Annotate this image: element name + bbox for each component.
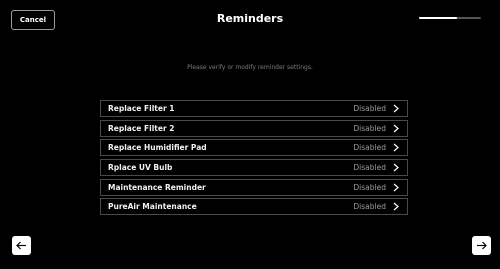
next-button[interactable] <box>472 236 491 255</box>
instruction-text: Please verify or modify reminder setting… <box>187 64 313 71</box>
reminder-row-replace-filter-1[interactable]: Replace Filter 1 Disabled <box>100 100 408 117</box>
chevron-right-icon <box>392 202 400 212</box>
progress-bar-fill <box>419 17 458 19</box>
reminder-status: Disabled <box>353 123 386 133</box>
reminder-status: Disabled <box>353 202 386 212</box>
reminder-row-pureair-maintenance[interactable]: PureAir Maintenance Disabled <box>100 198 408 216</box>
reminder-label: Replace Filter 1 <box>108 104 175 113</box>
reminder-label: Replace Humidifier Pad <box>108 143 207 153</box>
reminder-row-maintenance-reminder[interactable]: Maintenance Reminder Disabled <box>100 178 408 196</box>
arrow-left-icon <box>16 241 26 250</box>
reminder-label: PureAir Maintenance <box>108 202 197 212</box>
reminder-status: Disabled <box>353 182 386 192</box>
back-button[interactable] <box>12 236 31 255</box>
progress-bar <box>419 17 481 19</box>
reminder-list: Replace Filter 1 Disabled Replace Filter… <box>100 100 408 218</box>
reminder-status: Disabled <box>353 104 386 113</box>
reminder-label: Rplace UV Bulb <box>108 163 173 173</box>
arrow-right-icon <box>477 241 487 250</box>
reminder-label: Replace Filter 2 <box>108 123 175 133</box>
chevron-right-icon <box>392 104 400 114</box>
reminder-row-replace-filter-2[interactable]: Replace Filter 2 Disabled <box>100 119 408 137</box>
reminder-row-replace-uv-bulb[interactable]: Rplace UV Bulb Disabled <box>100 159 408 177</box>
chevron-right-icon <box>392 143 400 153</box>
chevron-right-icon <box>392 123 400 133</box>
chevron-right-icon <box>392 163 400 173</box>
chevron-right-icon <box>392 182 400 192</box>
reminder-row-replace-humidifier-pad[interactable]: Replace Humidifier Pad Disabled <box>100 139 408 157</box>
reminder-status: Disabled <box>353 163 386 173</box>
reminder-label: Maintenance Reminder <box>108 182 206 192</box>
reminder-status: Disabled <box>353 143 386 153</box>
